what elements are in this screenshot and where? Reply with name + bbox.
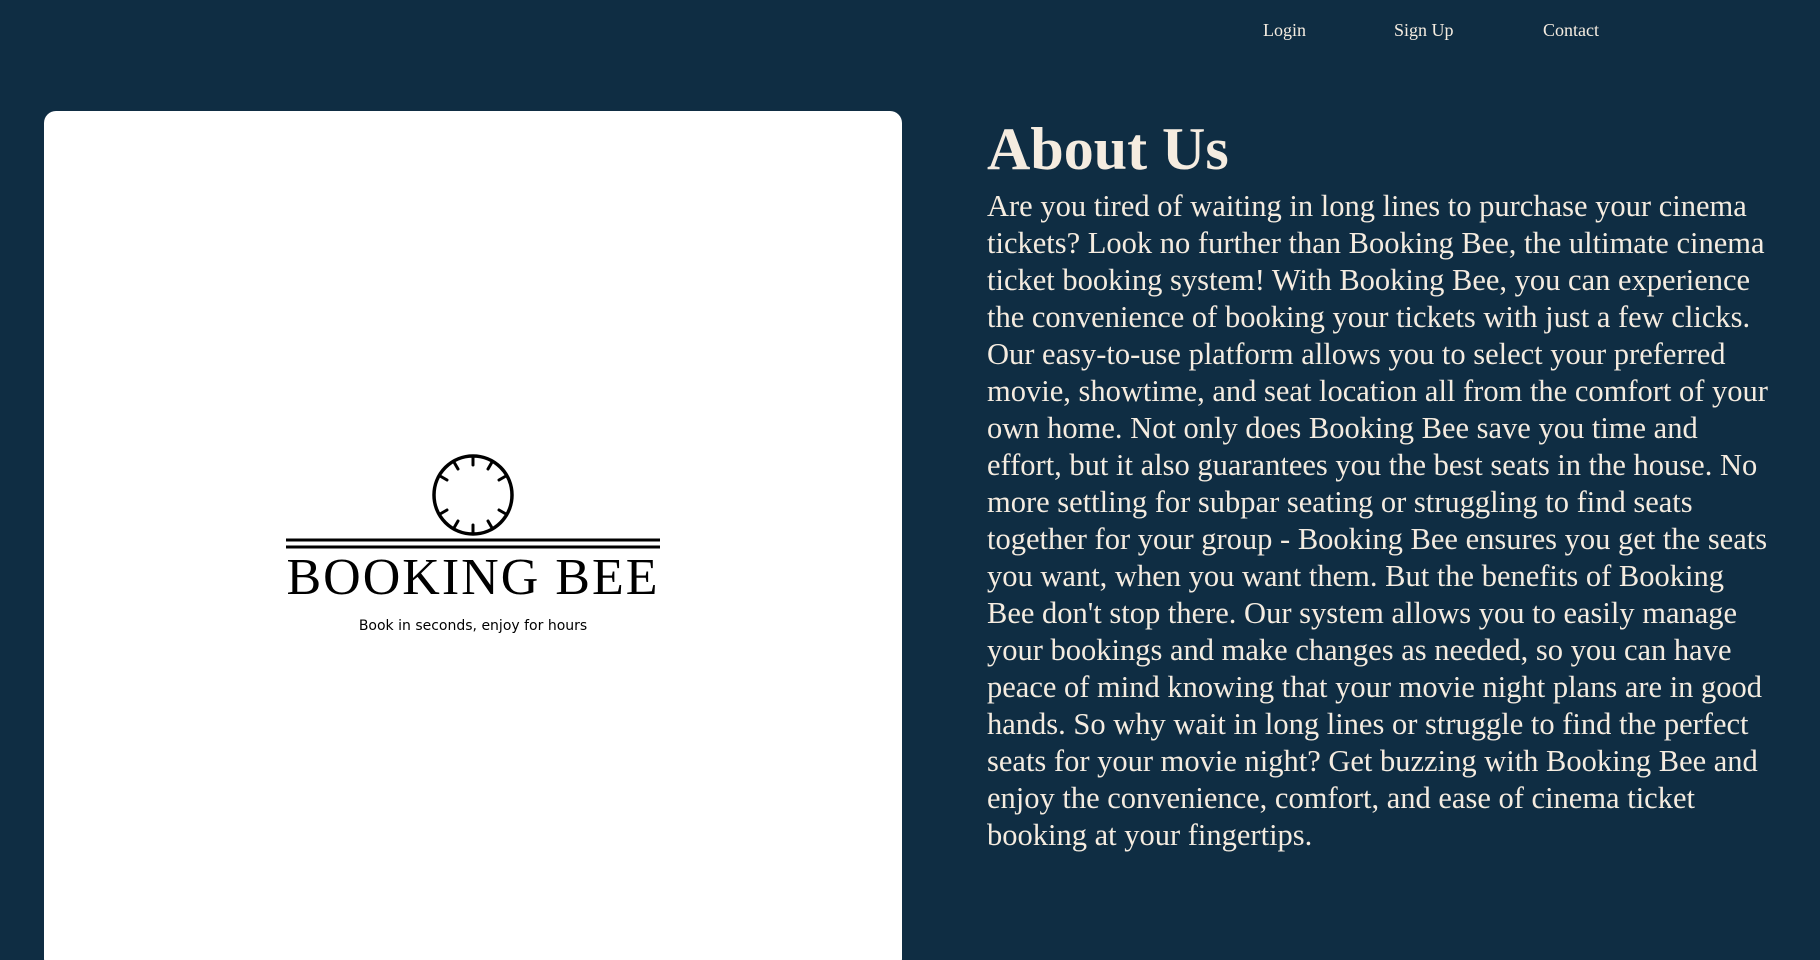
- about-title: About Us: [987, 116, 1229, 182]
- logo: BOOKING BEE Book in seconds, enjoy for h…: [286, 454, 660, 634]
- logo-name: BOOKING BEE: [286, 549, 660, 606]
- nav-signup-link[interactable]: Sign Up: [1394, 20, 1454, 41]
- top-nav: Login Sign Up Contact: [0, 0, 1820, 60]
- page: Login Sign Up Contact BOOKING BEE Book i…: [0, 0, 1820, 960]
- logo-tagline: Book in seconds, enjoy for hours: [358, 618, 588, 634]
- nav-contact-link[interactable]: Contact: [1543, 20, 1599, 41]
- nav-login-link[interactable]: Login: [1263, 20, 1306, 41]
- logo-card: BOOKING BEE Book in seconds, enjoy for h…: [44, 111, 902, 960]
- about-section: About Us Are you tired of waiting in lon…: [987, 110, 1777, 854]
- clock-icon: [286, 454, 660, 549]
- about-body: Are you tired of waiting in long lines t…: [987, 189, 1768, 852]
